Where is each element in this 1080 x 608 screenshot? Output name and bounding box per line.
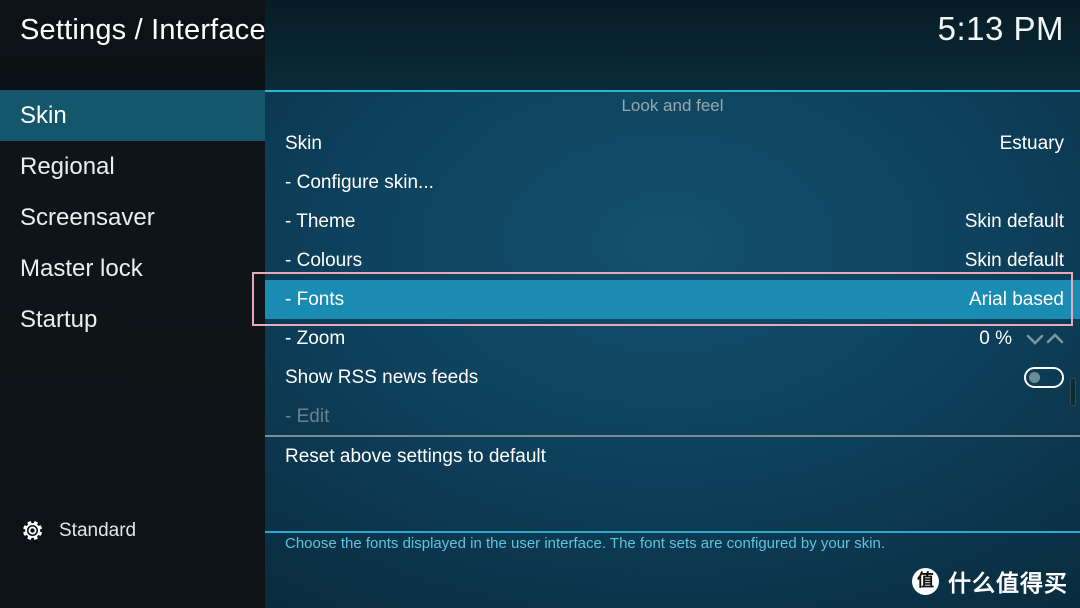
setting-label: - Colours <box>285 249 363 271</box>
setting-value: Estuary <box>999 132 1064 154</box>
setting-value: Skin default <box>964 249 1064 271</box>
clock: 5:13 PM <box>937 10 1064 47</box>
setting-row-configure-skin[interactable]: - Configure skin... <box>265 163 1080 202</box>
setting-row-zoom[interactable]: - Zoom 0 % <box>265 319 1080 358</box>
setting-row-fonts[interactable]: - Fonts Arial based <box>265 280 1080 319</box>
setting-row-reset-defaults[interactable]: Reset above settings to default <box>265 437 1080 476</box>
page-title: Settings / Interface <box>20 14 266 46</box>
setting-label: - Zoom <box>285 327 346 349</box>
setting-label: - Edit <box>285 405 330 427</box>
help-text: Choose the fonts displayed in the user i… <box>285 535 886 552</box>
setting-row-colours[interactable]: - Colours Skin default <box>265 241 1080 280</box>
sidebar: Skin Regional Screensaver Master lock St… <box>0 90 265 608</box>
setting-value: Arial based <box>968 288 1064 310</box>
kodi-settings-screen: Settings / Interface 5:13 PM Skin Region… <box>0 0 1080 608</box>
setting-label: - Theme <box>285 210 356 232</box>
setting-row-show-rss-news-feeds[interactable]: Show RSS news feeds <box>265 358 1080 397</box>
setting-row-edit: - Edit <box>265 397 1080 436</box>
chevron-down-icon[interactable] <box>1026 332 1044 346</box>
scrollbar-thumb[interactable] <box>1070 378 1076 406</box>
watermark: 值 什么值得买 <box>912 564 1068 598</box>
sidebar-item-master-lock[interactable]: Master lock <box>0 243 265 294</box>
watermark-logo-icon: 值 <box>912 567 939 595</box>
setting-value: Skin default <box>964 210 1064 232</box>
setting-label: Skin <box>285 132 322 154</box>
setting-label: Reset above settings to default <box>285 445 546 467</box>
settings-level-label: Standard <box>59 519 137 541</box>
setting-label: - Fonts <box>285 288 345 310</box>
setting-row-skin[interactable]: Skin Estuary <box>265 124 1080 163</box>
sidebar-item-label: Skin <box>20 102 67 129</box>
setting-row-theme[interactable]: - Theme Skin default <box>265 202 1080 241</box>
toggle-knob <box>1029 372 1040 383</box>
watermark-text: 什么值得买 <box>948 571 1068 597</box>
window-header: Settings / Interface 5:13 PM <box>0 0 1080 90</box>
settings-group-header: Look and feel <box>621 96 724 115</box>
sidebar-item-label: Master lock <box>20 255 143 282</box>
settings-list: Skin Estuary - Configure skin... - Theme… <box>265 124 1080 436</box>
rss-toggle-switch[interactable] <box>1024 367 1064 388</box>
sidebar-item-label: Startup <box>20 306 98 333</box>
help-rule <box>265 531 1080 533</box>
sidebar-item-skin[interactable]: Skin <box>0 90 265 141</box>
zoom-spinner[interactable] <box>1026 332 1064 346</box>
sidebar-item-screensaver[interactable]: Screensaver <box>0 192 265 243</box>
settings-level-button[interactable]: Standard <box>20 518 136 543</box>
setting-label: Show RSS news feeds <box>285 366 479 388</box>
sidebar-item-regional[interactable]: Regional <box>0 141 265 192</box>
setting-label: - Configure skin... <box>285 171 434 193</box>
chevron-up-icon[interactable] <box>1046 332 1064 346</box>
sidebar-item-label: Screensaver <box>20 204 155 231</box>
sidebar-item-startup[interactable]: Startup <box>0 294 265 345</box>
sidebar-item-label: Regional <box>20 153 115 180</box>
setting-value: 0 % <box>979 327 1012 349</box>
settings-content-panel: Look and feel Skin Estuary - Configure s… <box>265 90 1080 608</box>
gear-icon <box>20 518 45 543</box>
